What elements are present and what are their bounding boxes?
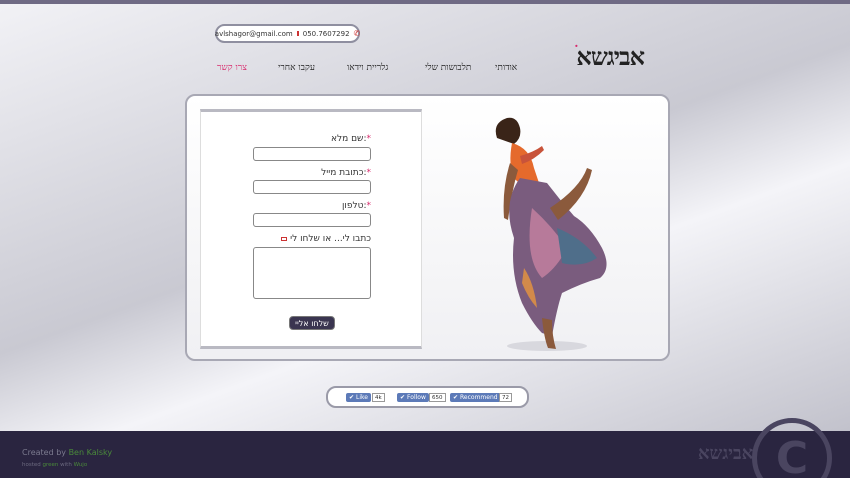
footer-credit: Created by Ben Kalsky: [22, 448, 113, 457]
submit-button[interactable]: שלחו אליי: [289, 316, 335, 330]
copyright-icon: C: [752, 418, 832, 478]
follow-count: 650: [429, 393, 446, 402]
check-icon: ✔: [400, 394, 406, 401]
name-label: שם מלא:*: [330, 134, 371, 144]
top-border: [0, 0, 850, 4]
phone-input[interactable]: [253, 213, 371, 227]
nav-item-video-gallery[interactable]: גלריית וידאו: [347, 62, 388, 73]
nav-item-follow[interactable]: עקבו אחרי: [278, 62, 315, 73]
email-text[interactable]: avlshagor@gmail.com: [215, 30, 293, 38]
contact-form: שם מלא:* כתובת מייל:* טלפון:* כתבו לי...…: [200, 109, 422, 349]
logo-text: אביגשא: [576, 42, 645, 71]
like-count: 4k: [372, 393, 385, 402]
site-logo[interactable]: ׄאביגשא: [552, 42, 645, 76]
nav-item-costumes[interactable]: תלבושות שלי: [425, 62, 471, 73]
phone-text[interactable]: 050.7607292: [303, 30, 350, 38]
phone-label: טלפון:*: [341, 201, 371, 211]
footer-hosted: hosted green with Wujo: [22, 462, 88, 468]
nav-item-contact[interactable]: צרו קשר: [217, 62, 247, 73]
nav-item-about[interactable]: אודותי: [495, 62, 517, 73]
like-button[interactable]: ✔ Like: [346, 393, 371, 402]
follow-button[interactable]: ✔ Follow: [397, 393, 429, 402]
footer-logo: אביגשא: [698, 443, 754, 464]
main-nav: אודותי תלבושות שלי גלריית וידאו עקבו אחר…: [205, 62, 545, 76]
social-bar: ✔ Like 4k ✔ Follow 650 ✔ Recommend 72: [326, 386, 529, 408]
recommend-count: 72: [499, 393, 512, 402]
email-label: כתובת מייל:*: [321, 168, 371, 178]
mail-icon: [281, 236, 288, 241]
content-panel: שם מלא:* כתובת מייל:* טלפון:* כתבו לי...…: [185, 94, 670, 361]
name-input[interactable]: [253, 147, 371, 161]
recommend-button[interactable]: ✔ Recommend: [450, 393, 501, 402]
phone-icon: ✆: [353, 29, 361, 38]
wujo-link[interactable]: Wujo: [74, 462, 88, 468]
dancer-image: [495, 117, 607, 351]
check-icon: ✔: [453, 394, 459, 401]
contact-info: avlshagor@gmail.com 050.7607292 ✆: [215, 24, 360, 43]
envelope-icon: [296, 31, 299, 36]
hosted-link[interactable]: green: [43, 462, 59, 468]
author-link[interactable]: Ben Kalsky: [69, 448, 113, 457]
footer: Created by Ben Kalsky hosted green with …: [0, 431, 850, 478]
message-label: כתבו לי... או שלחו לי: [281, 234, 371, 244]
check-icon: ✔: [349, 394, 355, 401]
message-textarea[interactable]: [253, 247, 371, 299]
email-input[interactable]: [253, 180, 371, 194]
